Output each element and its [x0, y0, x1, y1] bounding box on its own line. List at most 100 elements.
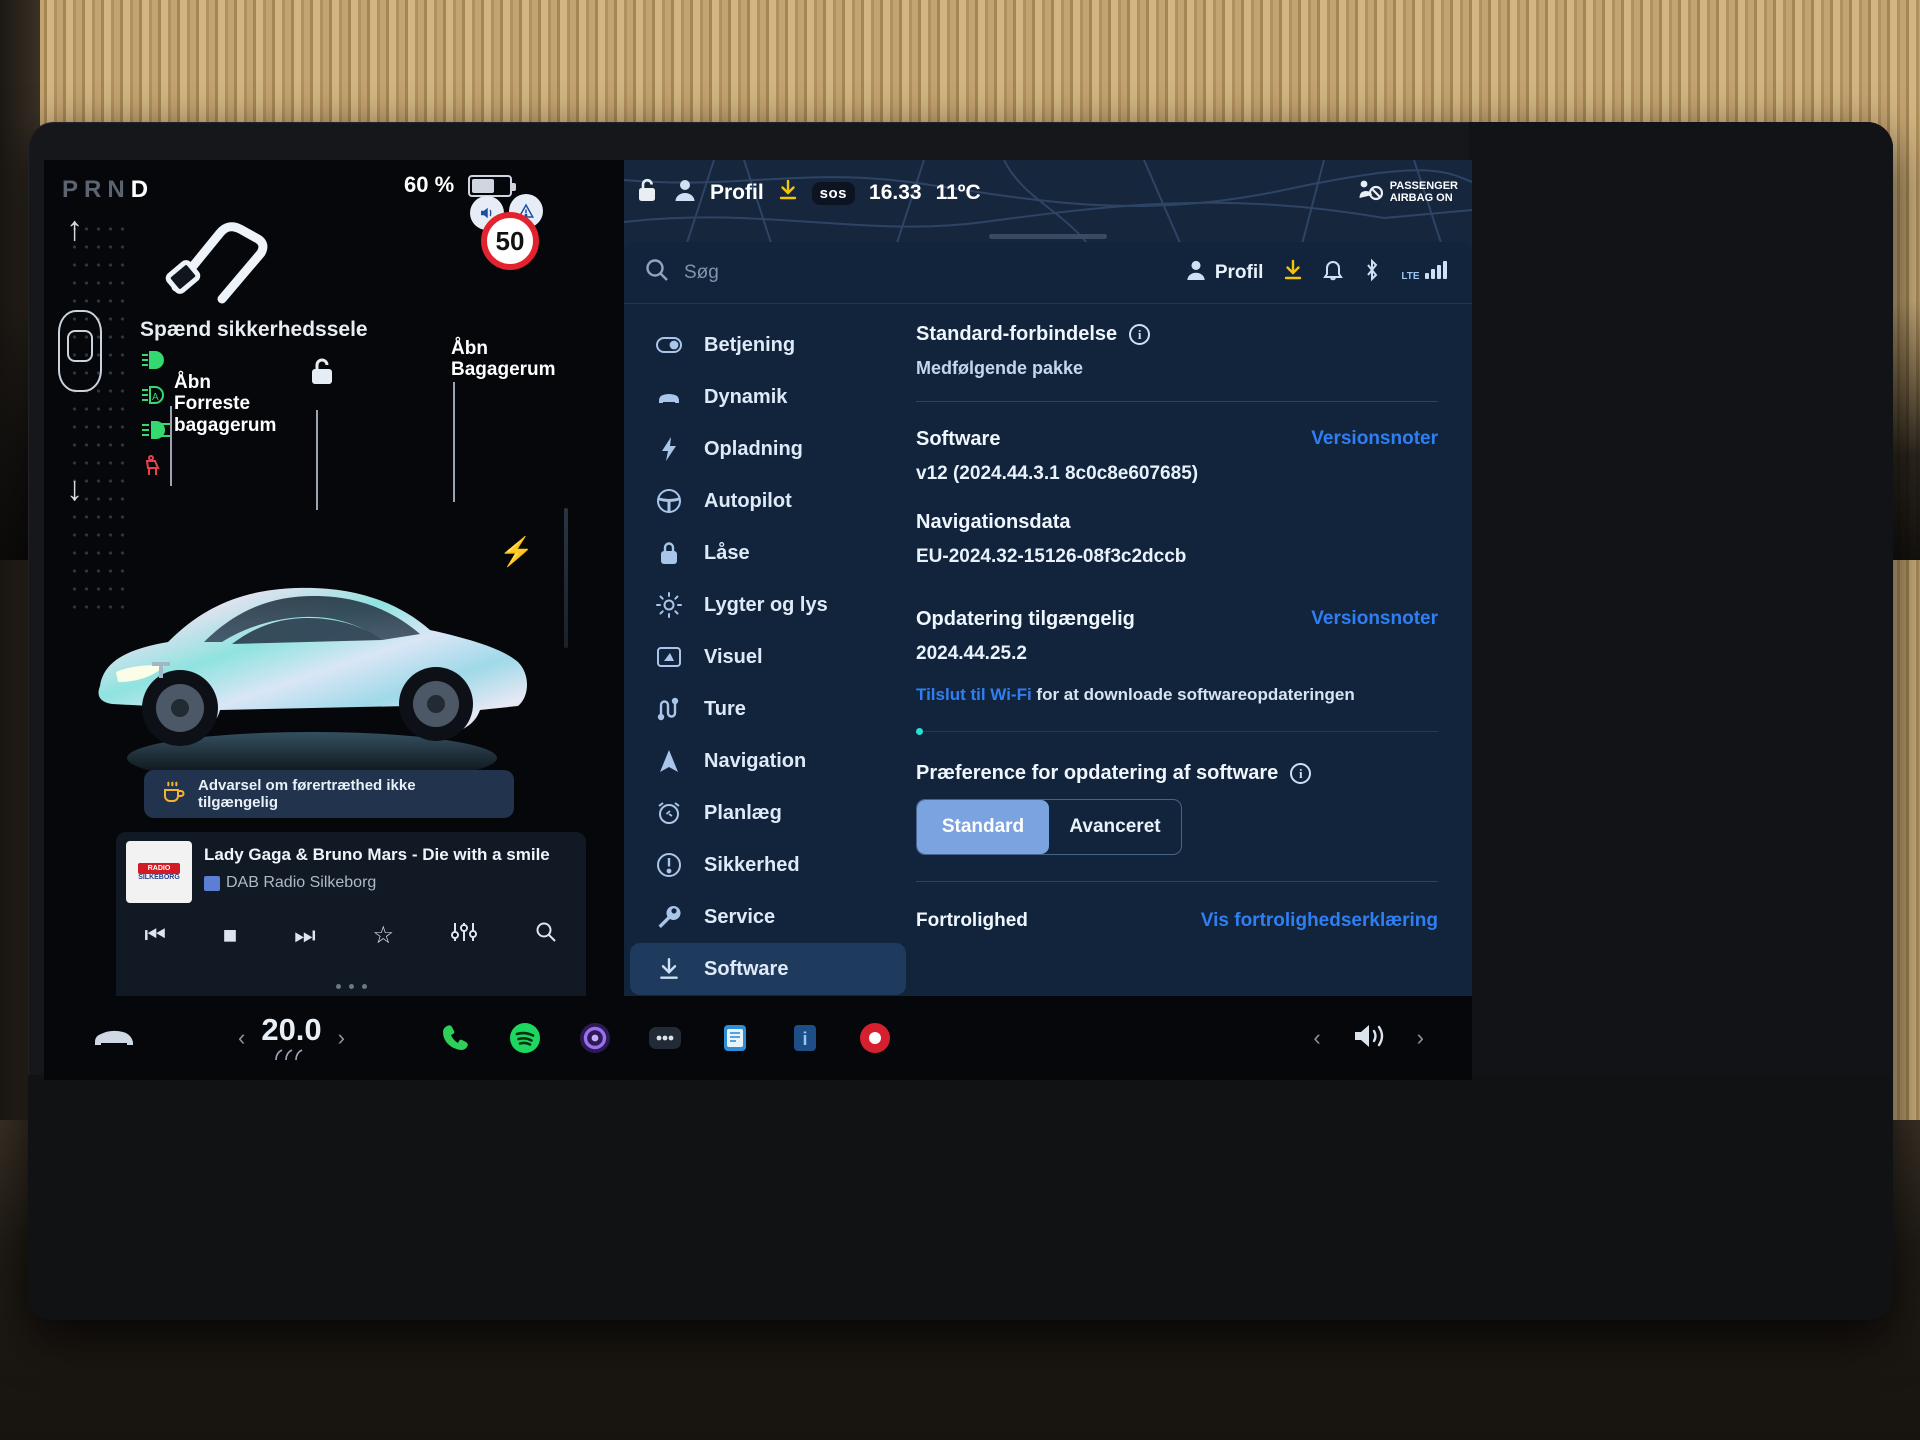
volume-increase-button[interactable]: › [1417, 1025, 1424, 1051]
media-player-card[interactable]: RADIO SILKEBORG Lady Gaga & Bruno Mars -… [116, 832, 586, 1012]
search-icon [644, 257, 670, 288]
alarm-clock-icon [656, 800, 682, 826]
divider [916, 881, 1438, 882]
svg-text:i: i [802, 1029, 807, 1049]
info-app-icon[interactable]: i [787, 1020, 823, 1056]
preference-option-avanceret[interactable]: Avanceret [1049, 800, 1181, 854]
sidebar-item-dynamik[interactable]: Dynamik [630, 371, 906, 423]
cellular-signal-icon[interactable]: LTE [1401, 261, 1450, 284]
sidebar-item-laase[interactable]: Låse [630, 527, 906, 579]
stop-button[interactable]: ■ [223, 922, 238, 950]
sheet-drag-handle[interactable] [989, 234, 1107, 239]
frunk-label-line1: Åbn [174, 372, 211, 393]
speaker-icon[interactable] [1351, 1021, 1387, 1056]
connectivity-subtitle: Medfølgende pakke [916, 358, 1084, 378]
temp-decrease-button[interactable]: ‹ [238, 1025, 245, 1051]
phone-app-icon[interactable] [437, 1020, 473, 1056]
sidebar-label-software: Software [704, 957, 789, 980]
header-profile-button[interactable]: Profil [1186, 259, 1263, 287]
sos-label: sos [819, 184, 848, 202]
network-type-label: LTE [1401, 271, 1420, 282]
sidebar-label-planlaeg: Planlæg [704, 801, 782, 824]
door-lock-icon[interactable] [636, 177, 660, 209]
panel-divider [564, 508, 568, 648]
sidebar-item-service[interactable]: Service [630, 891, 906, 943]
calendar-app-icon[interactable] [717, 1020, 753, 1056]
next-track-button[interactable]: ⏭ [294, 922, 316, 950]
bluetooth-icon[interactable] [1363, 258, 1381, 287]
search-input[interactable]: Søg [644, 257, 1186, 288]
sidebar-item-betjening[interactable]: Betjening [630, 319, 906, 371]
frunk-label-line3: bagagerum [174, 414, 277, 436]
sidebar-label-laase: Låse [704, 541, 750, 564]
album-art: RADIO SILKEBORG [126, 841, 192, 903]
info-icon[interactable]: i [1290, 763, 1312, 784]
sidebar-item-sikkerhed[interactable]: Sikkerhed [630, 839, 906, 891]
sos-button[interactable]: sos [811, 181, 856, 205]
previous-track-button[interactable]: ⏮ [144, 922, 166, 950]
steering-wheel-icon [656, 488, 682, 514]
progress-dot [916, 728, 923, 735]
privacy-statement-link[interactable]: Vis fortrolighedserklæring [1201, 910, 1438, 932]
sidebar-label-sikkerhed: Sikkerhed [704, 853, 800, 876]
airbag-label-line1: PASSENGER [1389, 180, 1458, 193]
navdata-version-value: EU-2024.32-15126-08f3c2dccb [916, 546, 1187, 567]
sidebar-item-software[interactable]: Software [630, 943, 906, 995]
camera-app-icon[interactable] [857, 1020, 893, 1056]
album-art-label-bottom: SILKEBORG [138, 874, 180, 882]
sidebar-item-navigation[interactable]: Navigation [630, 735, 906, 787]
app-dock: i [437, 1020, 893, 1056]
seatbelt-warning-text: Spænd sikkerhedssele [140, 318, 368, 341]
sidebar-label-autopilot: Autopilot [704, 489, 792, 512]
sidebar-item-autopilot[interactable]: Autopilot [630, 475, 906, 527]
bottom-control-bar: ‹ 20.0 › i ‹ › [44, 996, 1472, 1080]
release-notes-link-current[interactable]: Versionsnoter [1311, 428, 1438, 450]
settings-header-actions: Profil LTE [1186, 258, 1450, 287]
sidebar-item-ture[interactable]: Ture [630, 683, 906, 735]
svg-text:A: A [152, 392, 159, 403]
privacy-label: Fortrolighed [916, 910, 1028, 931]
spotify-app-icon[interactable] [507, 1020, 543, 1056]
release-notes-link-update[interactable]: Versionsnoter [1311, 608, 1438, 630]
temperature-value[interactable]: 20.0 [261, 1012, 321, 1048]
sidebar-item-opladning[interactable]: Opladning [630, 423, 906, 475]
search-placeholder: Søg [684, 261, 719, 283]
frunk-label-line2: Forreste [174, 393, 251, 415]
media-app-icon[interactable] [577, 1020, 613, 1056]
media-search-button[interactable] [534, 920, 558, 951]
volume-decrease-button[interactable]: ‹ [1313, 1025, 1320, 1051]
driver-drowsiness-warning-pill[interactable]: Advarsel om førertræthed ikke tilgængeli… [144, 770, 514, 818]
update-preference-title-row: Præference for opdatering af software i [916, 762, 1438, 785]
more-apps-icon[interactable] [647, 1020, 683, 1056]
lock-icon [656, 540, 682, 566]
passenger-airbag-indicator: PASSENGER AIRBAG ON [1357, 178, 1458, 208]
notification-bell-icon[interactable] [1323, 259, 1344, 286]
seatbelt-icon [162, 215, 282, 305]
preference-option-standard[interactable]: Standard [917, 800, 1049, 854]
display-icon [656, 646, 682, 668]
equalizer-button[interactable] [450, 921, 477, 950]
prnd-gear-indicator: PRND [62, 176, 154, 204]
sidebar-item-planlaeg[interactable]: Planlæg [630, 787, 906, 839]
vehicle-controls-button[interactable] [92, 1024, 136, 1053]
defrost-icon[interactable] [272, 1048, 312, 1065]
sidebar-item-visuel[interactable]: Visuel [630, 631, 906, 683]
software-download-icon[interactable] [778, 179, 798, 207]
gear-n: N [107, 176, 131, 203]
connect-wifi-link[interactable]: Tilslut til Wi-Fi [916, 685, 1032, 704]
indicator-seatbelt-alert-row [140, 455, 184, 481]
sidebar-item-lygter-og-lys[interactable]: Lygter og lys [630, 579, 906, 631]
info-icon[interactable]: i [1129, 324, 1151, 345]
sidebar-label-opladning: Opladning [704, 437, 803, 460]
connectivity-title-row: Standard-forbindelse i [916, 323, 1438, 346]
vehicle-status-bar: Profil sos 16.33 11ºC PASSENGER AIRBAG O… [624, 160, 1472, 226]
status-profile-label[interactable]: Profil [710, 181, 764, 205]
favorite-button[interactable]: ☆ [372, 921, 394, 950]
temp-increase-button[interactable]: › [338, 1025, 345, 1051]
profile-person-icon[interactable] [674, 178, 696, 208]
speed-limit-sign: 50 [481, 212, 539, 270]
gear-p: P [62, 176, 85, 203]
profile-person-icon [1186, 259, 1206, 287]
header-download-icon[interactable] [1283, 259, 1303, 286]
update-available-section: Opdatering tilgængelig Versionsnoter 202… [916, 608, 1438, 735]
